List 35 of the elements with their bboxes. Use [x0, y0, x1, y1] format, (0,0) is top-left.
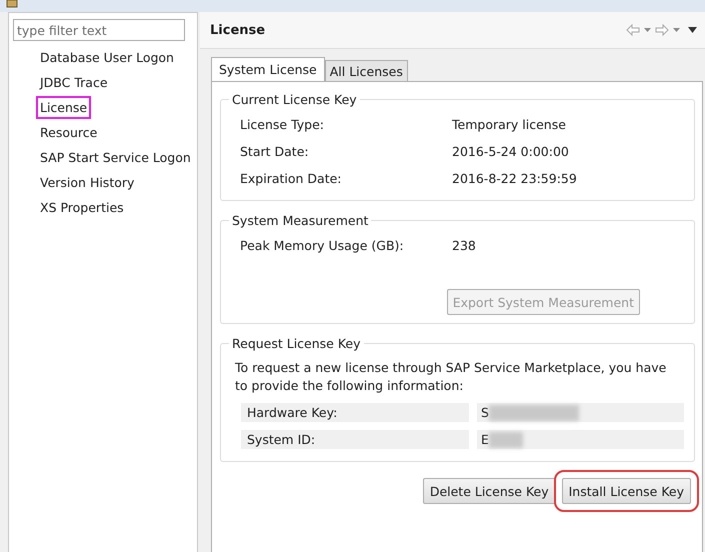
filter-field[interactable]: type filter text [13, 19, 185, 41]
sidebar-item[interactable]: Version History [36, 171, 138, 194]
field-label: Expiration Date: [240, 170, 343, 188]
field-value: 2016-8-22 23:59:59 [452, 170, 578, 188]
field-value: S [481, 404, 489, 422]
field-value: Temporary license [452, 116, 567, 134]
sidebar-item[interactable]: JDBC Trace [36, 71, 112, 94]
field-label: System ID: [241, 430, 469, 449]
tab[interactable]: All Licenses [324, 60, 408, 81]
tab[interactable]: System License [211, 57, 325, 81]
field-label: License Type: [240, 116, 326, 134]
sidebar-item[interactable]: Resource [36, 121, 102, 144]
license-key-button[interactable]: Delete License Key [422, 478, 556, 504]
dropdown-icon[interactable] [673, 28, 680, 32]
forward-arrow-icon[interactable] [655, 24, 669, 36]
back-arrow-icon[interactable] [626, 24, 640, 36]
group-title: System Measurement [231, 213, 370, 228]
field-value: 238 [452, 237, 477, 255]
redacted-blur [488, 432, 523, 448]
sidebar-item[interactable]: Database User Logon [36, 46, 178, 69]
sidebar-item[interactable]: XS Properties [36, 196, 128, 219]
group-title: Request License Key [231, 336, 362, 351]
page-title: License [210, 22, 266, 38]
field-value: 2016-5-24 0:00:00 [452, 143, 570, 161]
instruction-text: To request a new license through SAP Service Marketplace, you have to provide the following information: [235, 359, 668, 395]
sidebar-item[interactable]: SAP Start Service Logon [36, 146, 195, 169]
view-menu-icon[interactable] [688, 27, 697, 33]
group-title: Current License Key [231, 92, 358, 107]
field-label: Peak Memory Usage (GB): [240, 237, 405, 255]
dropdown-icon[interactable] [644, 28, 651, 32]
field-label: Hardware Key: [241, 403, 469, 422]
field-label: Start Date: [240, 143, 310, 161]
window-icon [6, 0, 18, 8]
field-value: E [481, 431, 489, 449]
sidebar-item[interactable]: License [36, 96, 92, 119]
